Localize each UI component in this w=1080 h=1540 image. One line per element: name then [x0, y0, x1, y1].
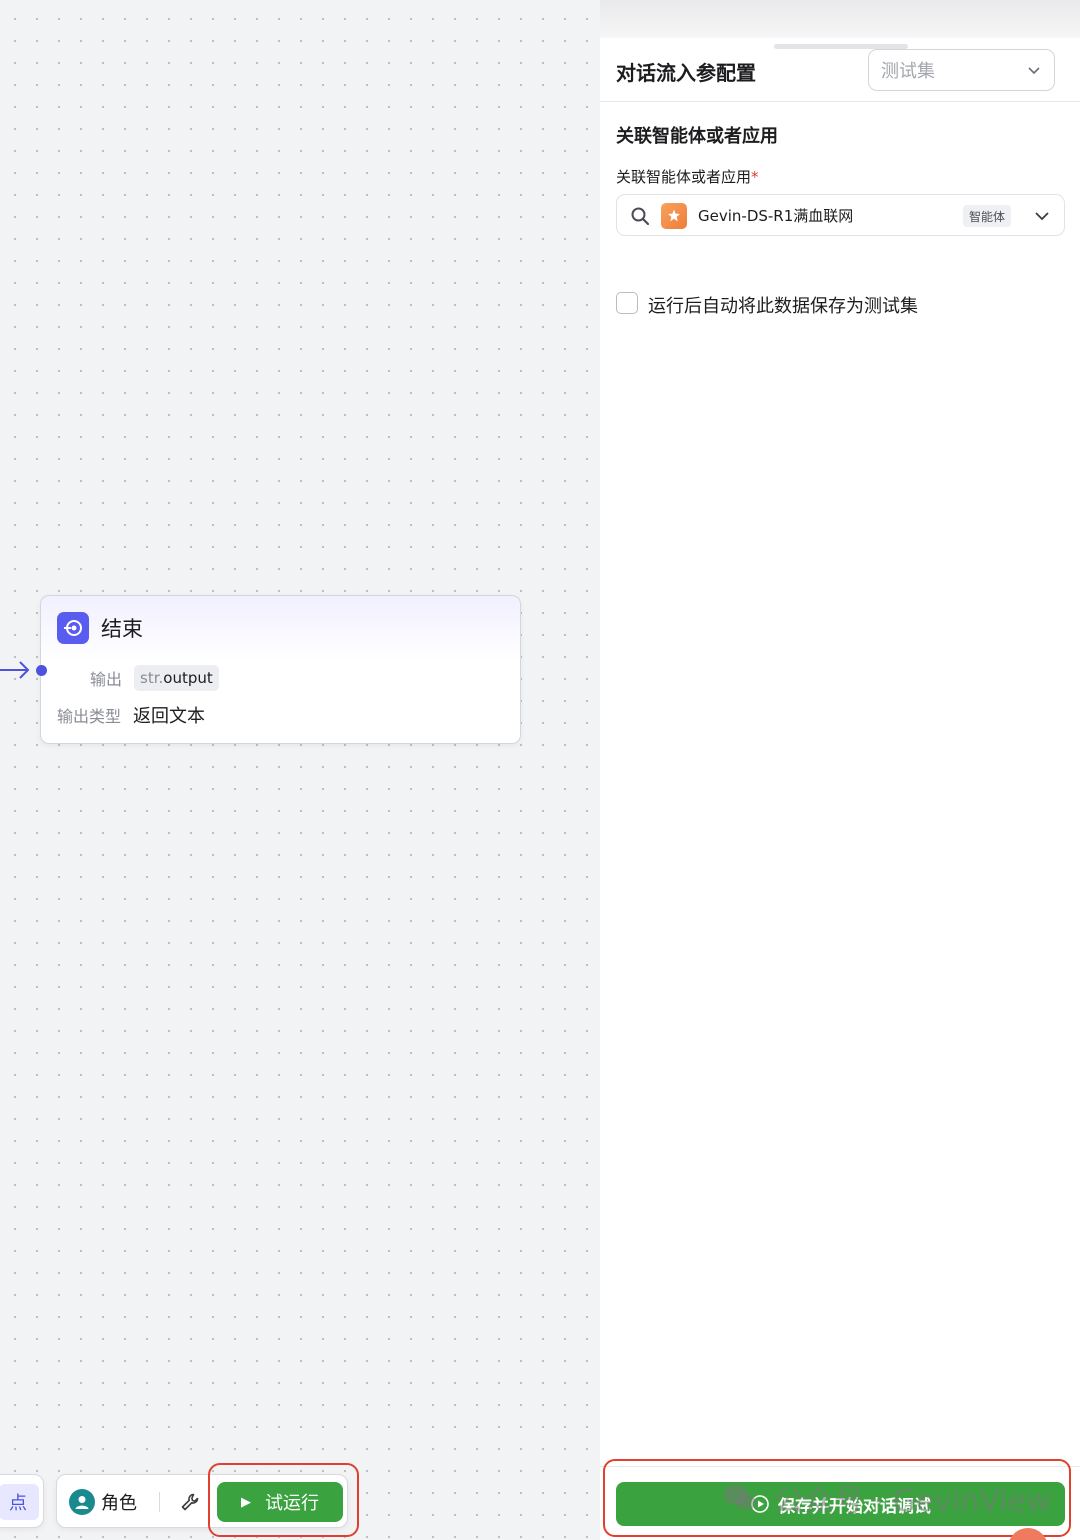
start-button-highlight: [603, 1459, 1071, 1537]
output-type-value: 返回文本: [133, 706, 206, 727]
output-variable-chip[interactable]: str.output: [134, 665, 219, 691]
selected-agent-name: Gevin-DS-R1满血联网: [698, 207, 854, 225]
end-node-header: 结束: [57, 612, 143, 644]
chevron-down-icon: [1028, 67, 1040, 75]
save-as-testset-checkbox[interactable]: [616, 292, 638, 314]
output-type-row: 输出类型 返回文本: [57, 702, 205, 728]
output-row: 输出 str.output: [90, 665, 219, 691]
output-type-label: 输出类型: [57, 707, 122, 726]
panel-title: 对话流入参配置: [616, 61, 756, 85]
add-node-label: 点: [9, 1493, 27, 1514]
save-as-testset-label: 运行后自动将此数据保存为测试集: [648, 296, 918, 317]
output-type: str.: [140, 669, 164, 687]
chevron-down-icon: [1035, 212, 1049, 221]
output-var-name: output: [163, 669, 213, 687]
agent-select[interactable]: Gevin-DS-R1满血联网 智能体: [616, 194, 1065, 236]
run-button-highlight: [208, 1463, 359, 1537]
panel-header-divider: [600, 101, 1080, 102]
testset-select[interactable]: 测试集: [868, 49, 1055, 91]
end-node-icon: [57, 612, 89, 644]
role-avatar-icon: [69, 1489, 95, 1515]
end-node-title: 结束: [101, 617, 143, 641]
required-mark: *: [751, 168, 759, 186]
wrench-icon[interactable]: [179, 1491, 201, 1513]
toolbar-divider: [159, 1492, 160, 1512]
section-title: 关联智能体或者应用: [616, 126, 778, 147]
role-label: 角色: [101, 1493, 137, 1514]
testset-placeholder: 测试集: [881, 61, 935, 82]
output-label: 输出: [90, 670, 123, 689]
agent-field-label: 关联智能体或者应用*: [616, 166, 759, 187]
add-node-button[interactable]: 点: [0, 1484, 39, 1520]
panel-top-shade: [600, 0, 1080, 38]
end-node[interactable]: 结束 输出 str.output 输出类型 返回文本: [40, 595, 521, 744]
end-node-input-port[interactable]: [36, 665, 47, 676]
toolbar-left-group: 点: [0, 1474, 44, 1528]
search-icon: [631, 207, 650, 226]
input-config-panel: 对话流入参配置 测试集 关联智能体或者应用 关联智能体或者应用* Gevin-D…: [600, 0, 1080, 1540]
workflow-canvas[interactable]: 结束 输出 str.output 输出类型 返回文本 点 角色 ▶ 试运行: [0, 0, 600, 1540]
agent-field-label-text: 关联智能体或者应用: [616, 168, 752, 186]
role-button[interactable]: 角色: [69, 1487, 137, 1517]
agent-avatar-icon: [661, 203, 687, 229]
agent-type-tag: 智能体: [963, 205, 1012, 227]
